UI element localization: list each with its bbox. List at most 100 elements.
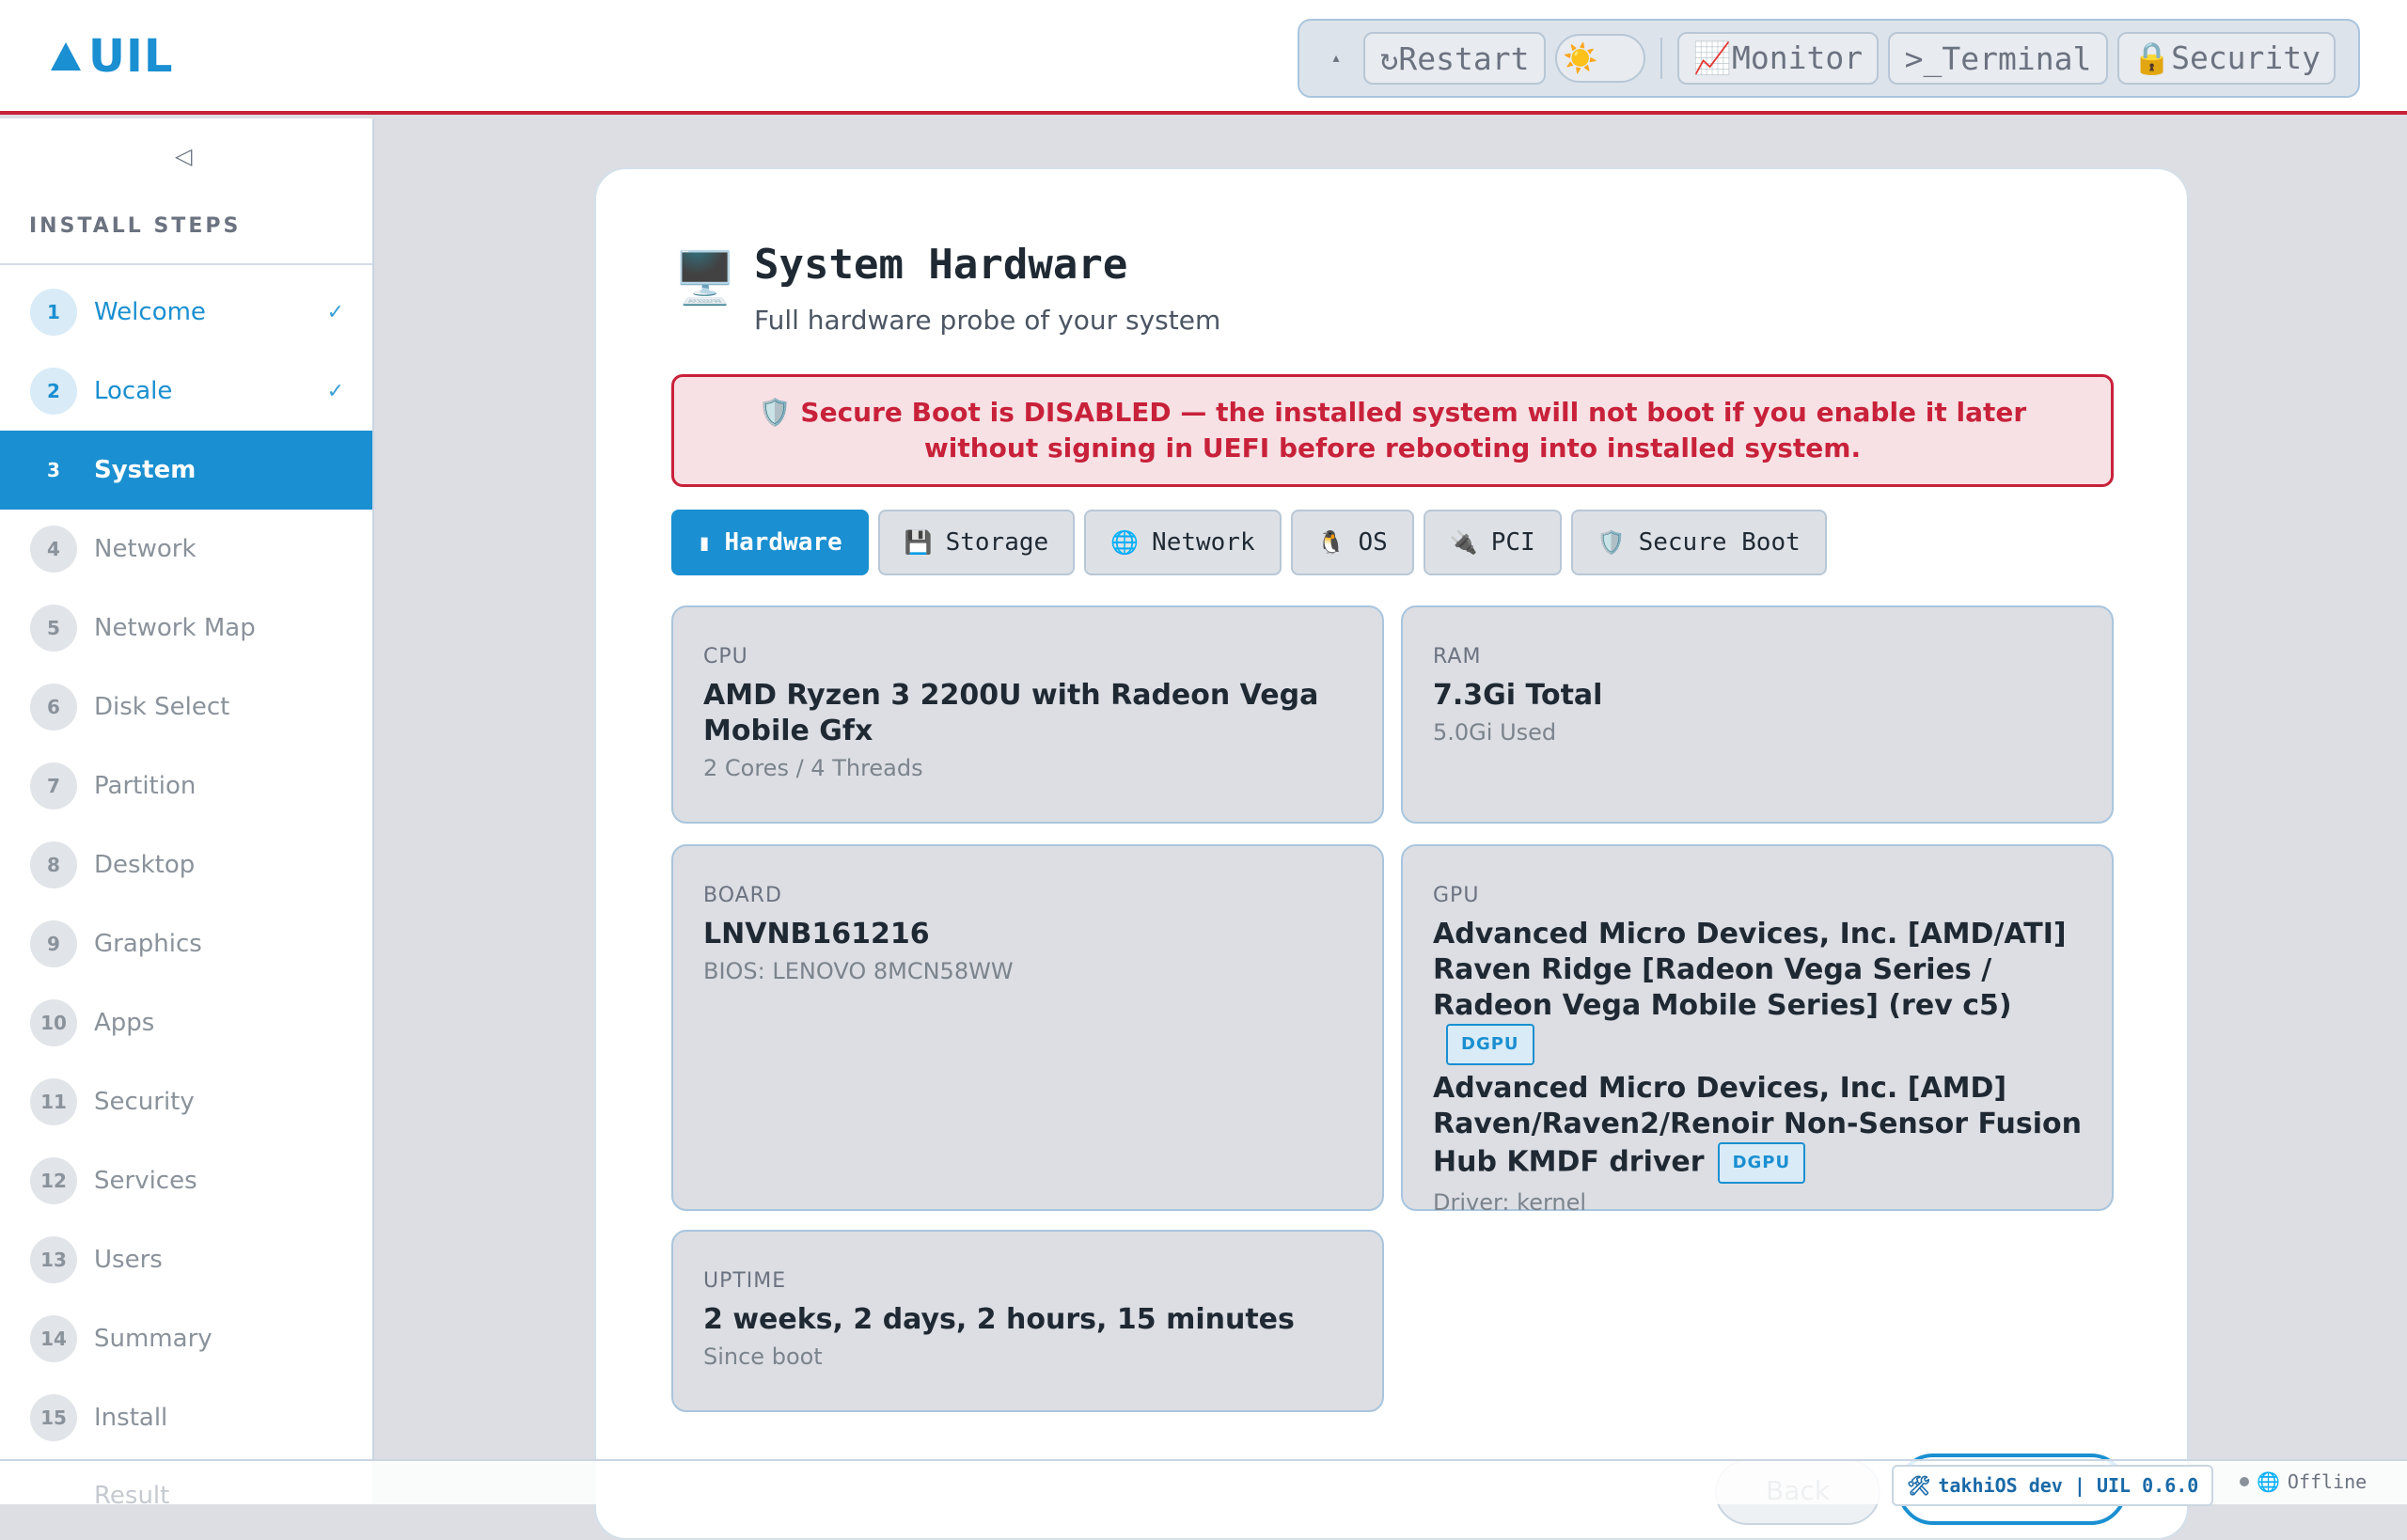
tab-label: Storage bbox=[945, 528, 1049, 557]
uptime-sub: Since boot bbox=[703, 1344, 823, 1370]
sidebar-item-apps[interactable]: 10 Apps bbox=[0, 983, 372, 1062]
step-number: 11 bbox=[30, 1078, 77, 1125]
tab-icon: 🌐 bbox=[1110, 529, 1140, 556]
uptime-value: 2 weeks, 2 days, 2 hours, 15 minutes bbox=[703, 1303, 1295, 1336]
step-number: 6 bbox=[30, 684, 77, 731]
sidebar: ◁ INSTALL STEPS 1 Welcome ✓ 2 Locale ✓ 3 System… bbox=[0, 118, 374, 1504]
sidebar-item-partition[interactable]: 7 Partition bbox=[0, 746, 372, 825]
check-icon: ✓ bbox=[326, 300, 344, 324]
theme-toggle[interactable]: ☀️ bbox=[1555, 34, 1645, 83]
tab-icon: 💾 bbox=[904, 529, 933, 556]
page-title: System Hardware bbox=[754, 241, 1128, 289]
step-label: Security bbox=[94, 1088, 195, 1116]
board-label: BOARD bbox=[703, 884, 782, 907]
step-label: Network bbox=[94, 535, 197, 563]
network-status: 🌐 Offline bbox=[2240, 1470, 2367, 1493]
version-text: takhiOS dev | UIL 0.6.0 bbox=[1938, 1474, 2199, 1497]
tab-label: PCI bbox=[1490, 528, 1535, 557]
step-label: Locale bbox=[94, 377, 173, 405]
gpu-card: GPU Advanced Micro Devices, Inc. [AMD/AT… bbox=[1401, 844, 2114, 1216]
dgpu-badge: DGPU bbox=[1446, 1024, 1534, 1065]
computer-icon: 🖥️ bbox=[673, 248, 737, 307]
sidebar-item-result[interactable]: Result bbox=[94, 1482, 169, 1510]
sidebar-item-locale[interactable]: 2 Locale ✓ bbox=[0, 352, 372, 431]
hardware-tabs: ▮ Hardware 💾 Storage 🌐 Network 🐧 OS 🔌 PCI 🛡️ Secure… bbox=[671, 510, 1827, 575]
gpu-label: GPU bbox=[1433, 884, 1480, 907]
cpu-label: CPU bbox=[703, 645, 748, 668]
sidebar-item-system[interactable]: 3 System bbox=[0, 431, 372, 510]
network-status-text: Offline bbox=[2287, 1470, 2368, 1493]
status-dot-icon bbox=[2240, 1477, 2249, 1486]
secure-boot-alert-text: 🛡️ Secure Boot is DISABLED — the install… bbox=[758, 397, 2027, 464]
ram-value: 7.3Gi Total bbox=[1433, 679, 1603, 712]
dgpu-badge: DGPU bbox=[1717, 1142, 1806, 1184]
step-list: 1 Welcome ✓ 2 Locale ✓ 3 System 4 Network 5 Network… bbox=[0, 273, 372, 1457]
sidebar-divider bbox=[0, 263, 372, 265]
sidebar-item-graphics[interactable]: 9 Graphics bbox=[0, 904, 372, 983]
uptime-card: UPTIME 2 weeks, 2 days, 2 hours, 15 minu… bbox=[671, 1230, 1384, 1412]
gpu-driver: Driver: kernel bbox=[1433, 1189, 1587, 1216]
tab-pci[interactable]: 🔌 PCI bbox=[1423, 510, 1562, 575]
cpu-card: CPU AMD Ryzen 3 2200U with Radeon Vega M… bbox=[671, 605, 1384, 824]
tab-label: Hardware bbox=[724, 528, 842, 557]
step-number: 3 bbox=[47, 459, 60, 481]
step-label: System bbox=[94, 456, 197, 484]
globe-icon: 🌐 bbox=[2257, 1470, 2280, 1493]
step-number: 2 bbox=[30, 368, 77, 415]
sidebar-item-install[interactable]: 15 Install bbox=[0, 1378, 372, 1457]
step-label: Desktop bbox=[94, 851, 196, 879]
uptime-label: UPTIME bbox=[703, 1269, 787, 1293]
security-button[interactable]: 🔒Security bbox=[2117, 32, 2336, 85]
sidebar-item-summary[interactable]: 14 Summary bbox=[0, 1299, 372, 1378]
sidebar-item-desktop[interactable]: 8 Desktop bbox=[0, 825, 372, 904]
step-number: 5 bbox=[30, 605, 77, 652]
page-subtitle: Full hardware probe of your system bbox=[754, 305, 1221, 336]
sidebar-item-services[interactable]: 12 Services bbox=[0, 1141, 372, 1220]
tab-storage[interactable]: 💾 Storage bbox=[877, 510, 1076, 575]
step-label: Install bbox=[94, 1404, 168, 1432]
sidebar-item-network-map[interactable]: 5 Network Map bbox=[0, 589, 372, 668]
tools-icon: 🛠 bbox=[1907, 1474, 1931, 1497]
tab-os[interactable]: 🐧 OS bbox=[1290, 510, 1414, 575]
terminal-button[interactable]: >_Terminal bbox=[1888, 32, 2108, 85]
step-number: 12 bbox=[30, 1157, 77, 1204]
sidebar-title: INSTALL STEPS bbox=[29, 214, 242, 238]
step-number: 15 bbox=[30, 1394, 77, 1441]
board-sub: BIOS: LENOVO 8MCN58WW bbox=[703, 958, 1014, 984]
secure-boot-alert: 🛡️ Secure Boot is DISABLED — the install… bbox=[671, 374, 2114, 487]
toolbar-separator bbox=[1660, 38, 1662, 79]
step-label: Summary bbox=[94, 1325, 212, 1353]
ram-card: RAM 7.3Gi Total 5.0Gi Used bbox=[1401, 605, 2114, 824]
monitor-button[interactable]: 📈Monitor bbox=[1677, 32, 1879, 85]
app-logo: UIL bbox=[51, 26, 173, 86]
sidebar-item-welcome[interactable]: 1 Welcome ✓ bbox=[0, 273, 372, 352]
tab-icon: ▮ bbox=[698, 529, 712, 556]
step-number: 10 bbox=[30, 999, 77, 1046]
sun-icon: ☀️ bbox=[1563, 41, 1598, 75]
step-number: 13 bbox=[30, 1236, 77, 1283]
gpu-device: Advanced Micro Devices, Inc. [AMD/ATI] R… bbox=[1433, 917, 2082, 1065]
gpu-device: Advanced Micro Devices, Inc. [AMD] Raven… bbox=[1433, 1071, 2082, 1184]
ram-label: RAM bbox=[1433, 645, 1482, 668]
board-card: BOARD LNVNB161216 BIOS: LENOVO 8MCN58WW bbox=[671, 844, 1384, 1211]
step-number: 8 bbox=[30, 841, 77, 888]
restart-button[interactable]: ↻Restart bbox=[1363, 32, 1546, 85]
step-label: Services bbox=[94, 1167, 197, 1195]
step-number: 4 bbox=[30, 526, 77, 573]
step-number: 14 bbox=[30, 1315, 77, 1362]
sidebar-item-users[interactable]: 13 Users bbox=[0, 1220, 372, 1299]
toolbar-collapse-icon[interactable]: ▴ bbox=[1318, 51, 1354, 66]
logo-text: UIL bbox=[88, 30, 174, 83]
sidebar-collapse-icon[interactable]: ◁ bbox=[175, 143, 192, 169]
tab-hardware[interactable]: ▮ Hardware bbox=[671, 510, 869, 575]
step-label: Graphics bbox=[94, 930, 202, 958]
tab-secure-boot[interactable]: 🛡️ Secure Boot bbox=[1570, 510, 1827, 575]
sidebar-item-network[interactable]: 4 Network bbox=[0, 510, 372, 589]
step-label: Disk Select bbox=[94, 693, 230, 721]
tab-network[interactable]: 🌐 Network bbox=[1084, 510, 1282, 575]
cpu-sub: 2 Cores / 4 Threads bbox=[703, 755, 923, 781]
sidebar-item-disk-select[interactable]: 6 Disk Select bbox=[0, 668, 372, 746]
check-icon: ✓ bbox=[326, 379, 344, 403]
board-value: LNVNB161216 bbox=[703, 918, 930, 951]
sidebar-item-security[interactable]: 11 Security bbox=[0, 1062, 372, 1141]
